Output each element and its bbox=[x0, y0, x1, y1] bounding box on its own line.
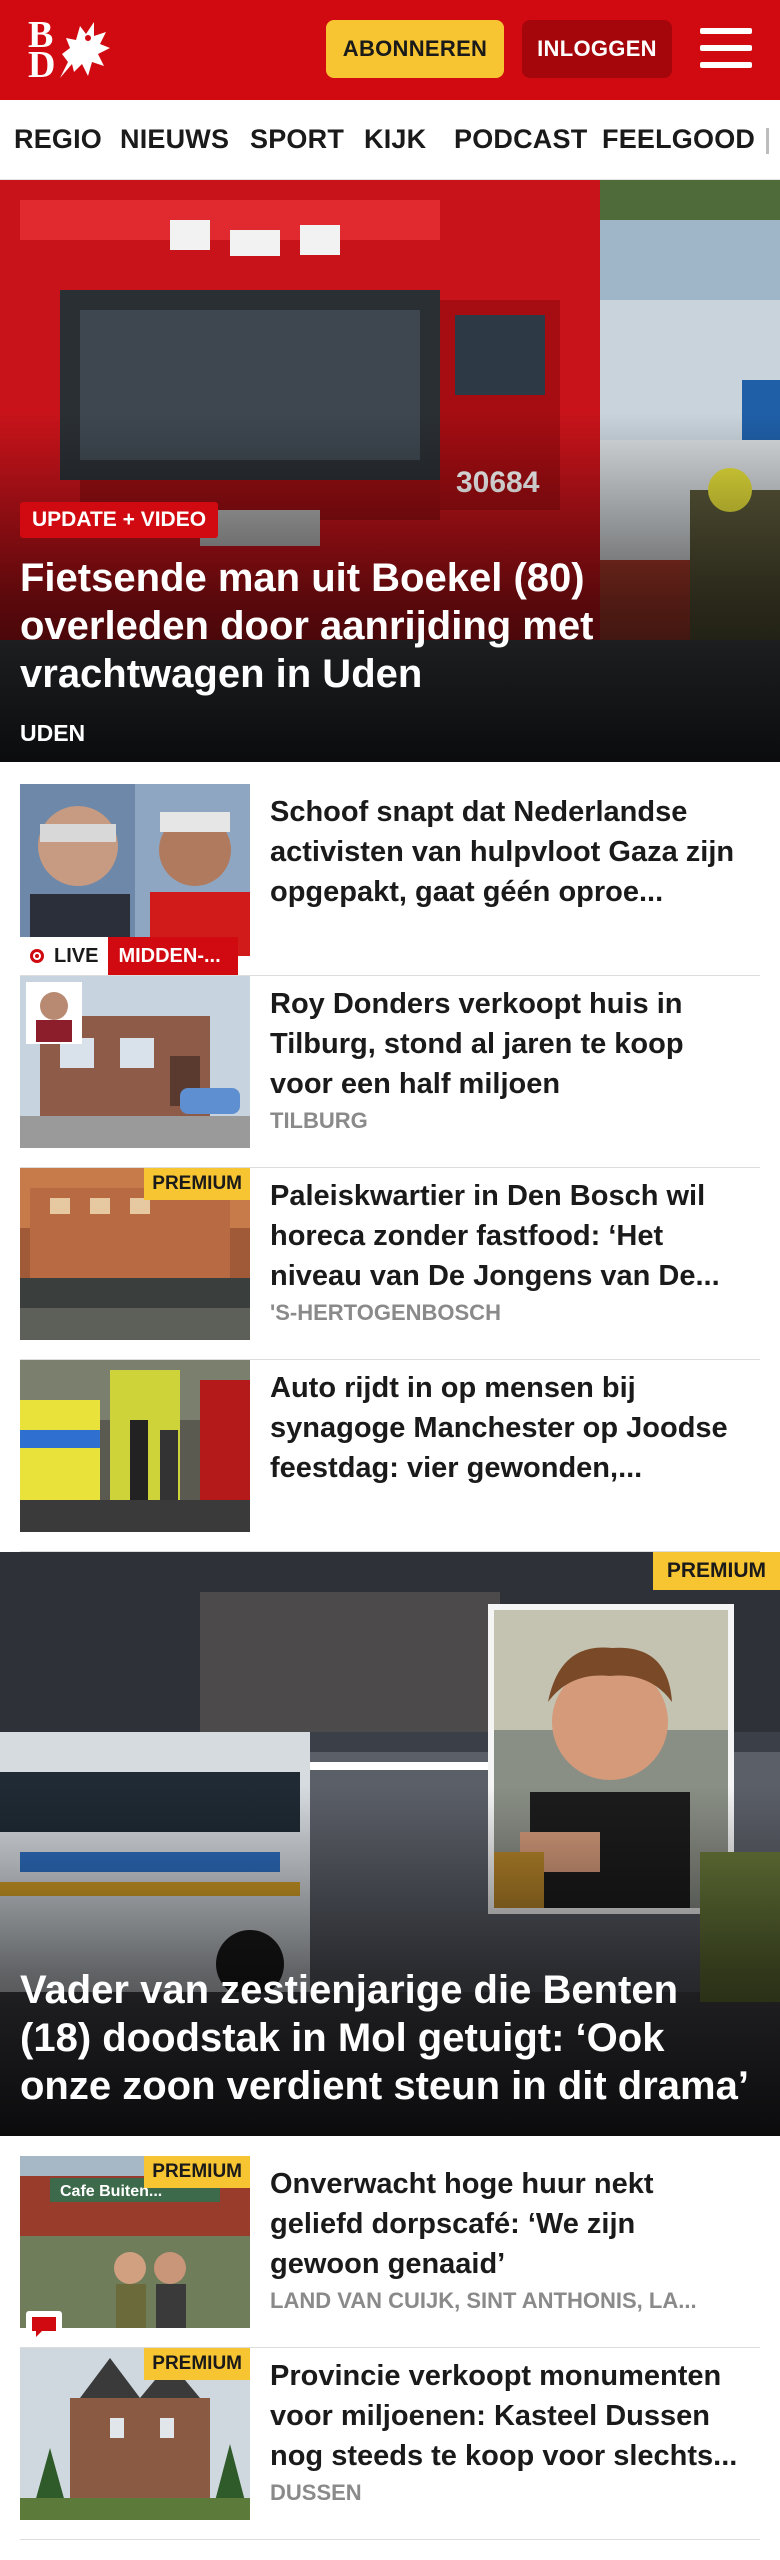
article-location: 'S-HERTOGENBOSCH bbox=[270, 1300, 501, 1325]
logo-letter-d: D bbox=[28, 44, 56, 86]
list-item[interactable]: LIVE MIDDEN-... Schoof snapt dat Nederla… bbox=[20, 784, 760, 976]
article-thumbnail bbox=[20, 976, 250, 1148]
article-thumbnail bbox=[20, 784, 250, 956]
list-item[interactable]: PREMIUM Paleiskwartier in Den Bosch wil … bbox=[20, 1168, 760, 1360]
list-item[interactable]: PREMIUM Provincie verkoopt monumenten vo… bbox=[20, 2348, 760, 2540]
hero-location: UDEN bbox=[20, 720, 86, 746]
article-title[interactable]: Onverwacht hoge huur nekt geliefd dorpsc… bbox=[270, 2164, 750, 2284]
comment-icon bbox=[26, 2311, 62, 2341]
hero-article-2[interactable]: PREMIUM Vader van zestienjarige die Bent… bbox=[0, 1552, 780, 2136]
section-nav: REGIO NIEUWS SPORT KIJK PODCAST FEELGOOD bbox=[0, 100, 780, 180]
subscribe-button[interactable]: ABONNEREN bbox=[326, 20, 504, 78]
list-item[interactable]: Auto rijdt in op mensen bij synagoge Man… bbox=[20, 1360, 760, 1552]
premium-badge: PREMIUM bbox=[144, 2348, 250, 2380]
dragon-icon bbox=[60, 22, 110, 78]
menu-line bbox=[700, 62, 752, 68]
nav-item-podcast[interactable]: PODCAST bbox=[454, 124, 587, 155]
premium-badge: PREMIUM bbox=[144, 2156, 250, 2188]
list-item[interactable]: Cafe Buiten... PREMIUM Onverwacht hoge h… bbox=[20, 2156, 760, 2348]
top-bar: B D ABONNEREN INLOGGEN bbox=[0, 0, 780, 100]
update-video-tag: UPDATE + VIDEO bbox=[20, 502, 219, 538]
nav-item-feelgood[interactable]: FEELGOOD bbox=[602, 124, 755, 155]
nav-item-sport[interactable]: SPORT bbox=[250, 124, 344, 155]
article-title[interactable]: Provincie verkoopt monumenten voor miljo… bbox=[270, 2356, 750, 2476]
live-label: LIVE bbox=[54, 944, 99, 967]
bd-logo[interactable]: B D bbox=[26, 16, 118, 84]
hero-article[interactable]: 30684 UPDATE + VIDEO Fietsende man uit B… bbox=[0, 180, 780, 762]
nav-overflow-indicator bbox=[766, 128, 769, 154]
premium-badge: PREMIUM bbox=[144, 1168, 250, 1200]
premium-badge: PREMIUM bbox=[652, 1552, 780, 1590]
article-title[interactable]: Auto rijdt in op mensen bij synagoge Man… bbox=[270, 1368, 750, 1488]
article-title[interactable]: Roy Donders verkoopt huis in Tilburg, st… bbox=[270, 984, 750, 1104]
live-dot-icon bbox=[30, 949, 44, 963]
hero-title[interactable]: Fietsende man uit Boekel (80) overleden … bbox=[20, 554, 740, 698]
article-location: TILBURG bbox=[270, 1108, 368, 1133]
article-location: DUSSEN bbox=[270, 2480, 362, 2505]
login-button[interactable]: INLOGGEN bbox=[522, 20, 672, 78]
section-label: MIDDEN-... bbox=[108, 937, 239, 975]
article-title[interactable]: Paleiskwartier in Den Bosch wil horeca z… bbox=[270, 1176, 750, 1296]
hamburger-menu-icon[interactable] bbox=[700, 24, 752, 72]
live-badge: LIVE MIDDEN-... bbox=[20, 937, 239, 975]
nav-item-nieuws[interactable]: NIEUWS bbox=[120, 124, 229, 155]
menu-line bbox=[700, 28, 752, 34]
nav-item-kijk[interactable]: KIJK bbox=[364, 124, 426, 155]
article-title[interactable]: Schoof snapt dat Nederlandse activisten … bbox=[270, 792, 750, 912]
nav-item-regio[interactable]: REGIO bbox=[14, 124, 102, 155]
article-thumbnail bbox=[20, 1360, 250, 1532]
list-item[interactable]: Roy Donders verkoopt huis in Tilburg, st… bbox=[20, 976, 760, 1168]
menu-line bbox=[700, 45, 752, 51]
article-location: LAND VAN CUIJK, SINT ANTHONIS, LA... bbox=[270, 2288, 697, 2313]
hero2-title[interactable]: Vader van zestienjarige die Benten (18) … bbox=[20, 1966, 760, 2110]
